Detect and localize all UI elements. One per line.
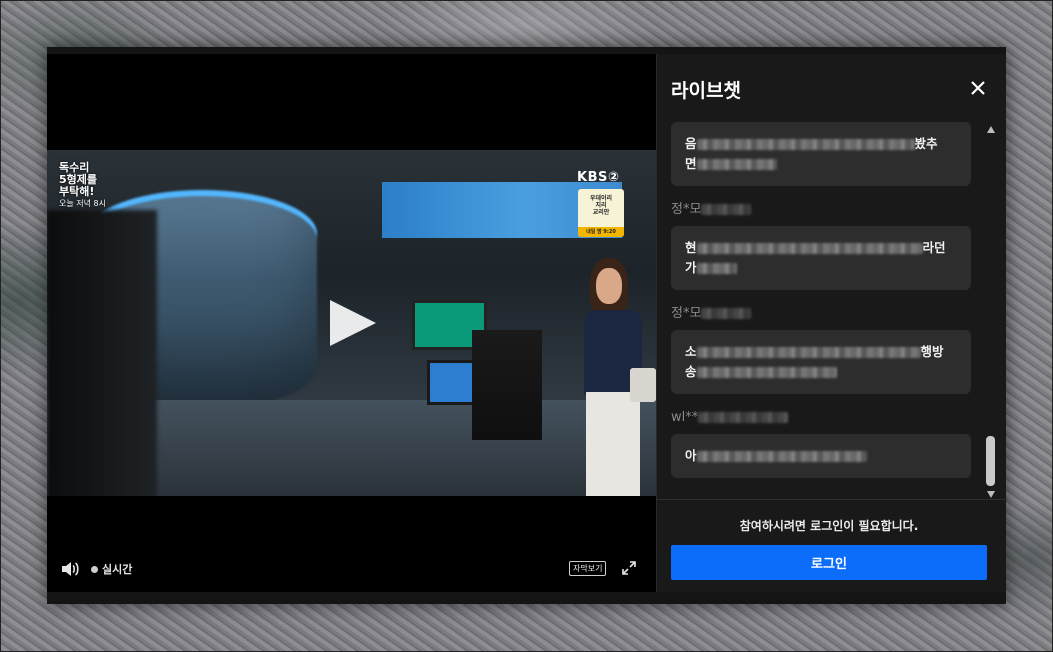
chat-username: 정*모 [671,304,971,324]
chat-message: wl** 아 [671,408,971,478]
promo-title-line2: 지리 [595,202,607,209]
close-icon[interactable] [968,78,988,98]
message-text: 아 [685,448,697,463]
censored-text [696,367,837,378]
scroll-up-arrow-icon[interactable] [987,126,995,133]
live-chat-panel: 라이브챗 음 봤추 면 정*모 현 라던 가 정*모 소 행방 송 wl** 아… [656,54,1007,592]
message-text: 봤추 [914,136,938,151]
login-button[interactable]: 로그인 [671,545,987,580]
program-schedule: 오늘 저녁 8시 [59,199,106,208]
message-text: 면 [685,156,697,171]
censored-username [698,412,789,423]
presenter-figure [580,258,656,496]
channel-logo: KBS② [577,170,620,185]
message-text: 행방 [920,344,944,359]
play-button[interactable] [330,300,376,346]
chat-username: 정*모 [671,200,971,220]
censored-text [696,243,923,254]
chat-username: wl** [671,408,971,428]
message-text: 음 [685,136,697,151]
censored-text [696,451,867,462]
censored-username [701,204,752,215]
chat-scrollbar[interactable] [985,126,997,498]
message-text: 라던 [922,240,946,255]
foreground-camera [47,210,157,496]
username-text: 정*모 [671,306,702,321]
chat-message-bubble: 음 봤추 면 [671,122,971,186]
censored-text [696,347,921,358]
message-text: 송 [685,364,697,379]
chat-message-bubble: 아 [671,434,971,478]
live-label: 실시간 [102,563,133,576]
live-modal: 독수리 5형제를 부탁해! 오늘 저녁 8시 KBS② 우데이리 지리 교리안 … [47,47,1007,604]
speaker-icon[interactable] [60,560,80,578]
chat-message-bubble: 소 행방 송 [671,330,971,394]
chat-title: 라이브챗 [671,80,741,102]
program-logo-line3: 부탁해! [59,185,95,198]
program-logo: 독수리 5형제를 부탁해! 오늘 저녁 8시 [59,162,106,210]
chat-footer: 참여하시려면 로그인이 필요합니다. 로그인 [657,499,1007,592]
teleprompter [472,330,542,440]
subtitle-button[interactable]: 자막보기 [569,561,607,576]
censored-text [696,263,737,274]
chat-messages[interactable]: 음 봤추 면 정*모 현 라던 가 정*모 소 행방 송 wl** 아 [671,122,971,502]
player-controls: 실시간 자막보기 [47,548,656,592]
message-text: 소 [685,344,697,359]
live-indicator-dot [91,566,98,573]
username-text: 정*모 [671,202,702,217]
chat-message: 음 봤추 면 [671,122,971,186]
promo-time: 내일 밤 9:20 [578,227,624,237]
censored-username [701,308,752,319]
login-required-notice: 참여하시려면 로그인이 필요합니다. [739,519,919,533]
video-player[interactable]: 독수리 5형제를 부탁해! 오늘 저녁 8시 KBS② 우데이리 지리 교리안 … [47,54,656,592]
promo-title-line1: 우데이리 [589,195,613,202]
censored-text [696,139,915,150]
chat-message: 정*모 현 라던 가 [671,200,971,290]
censored-text [696,159,777,170]
chat-message: 정*모 소 행방 송 [671,304,971,394]
message-text: 현 [685,240,697,255]
scroll-down-arrow-icon[interactable] [987,491,995,498]
message-text: 가 [685,260,697,275]
expand-icon[interactable] [621,560,637,576]
scroll-thumb[interactable] [986,436,995,486]
username-text: wl** [671,410,699,425]
promo-title-line3: 교리안 [592,209,610,216]
promo-badge: 우데이리 지리 교리안 내일 밤 9:20 [578,189,624,237]
chat-message-bubble: 현 라던 가 [671,226,971,290]
video-frame[interactable]: 독수리 5형제를 부탁해! 오늘 저녁 8시 KBS② 우데이리 지리 교리안 … [47,150,656,496]
